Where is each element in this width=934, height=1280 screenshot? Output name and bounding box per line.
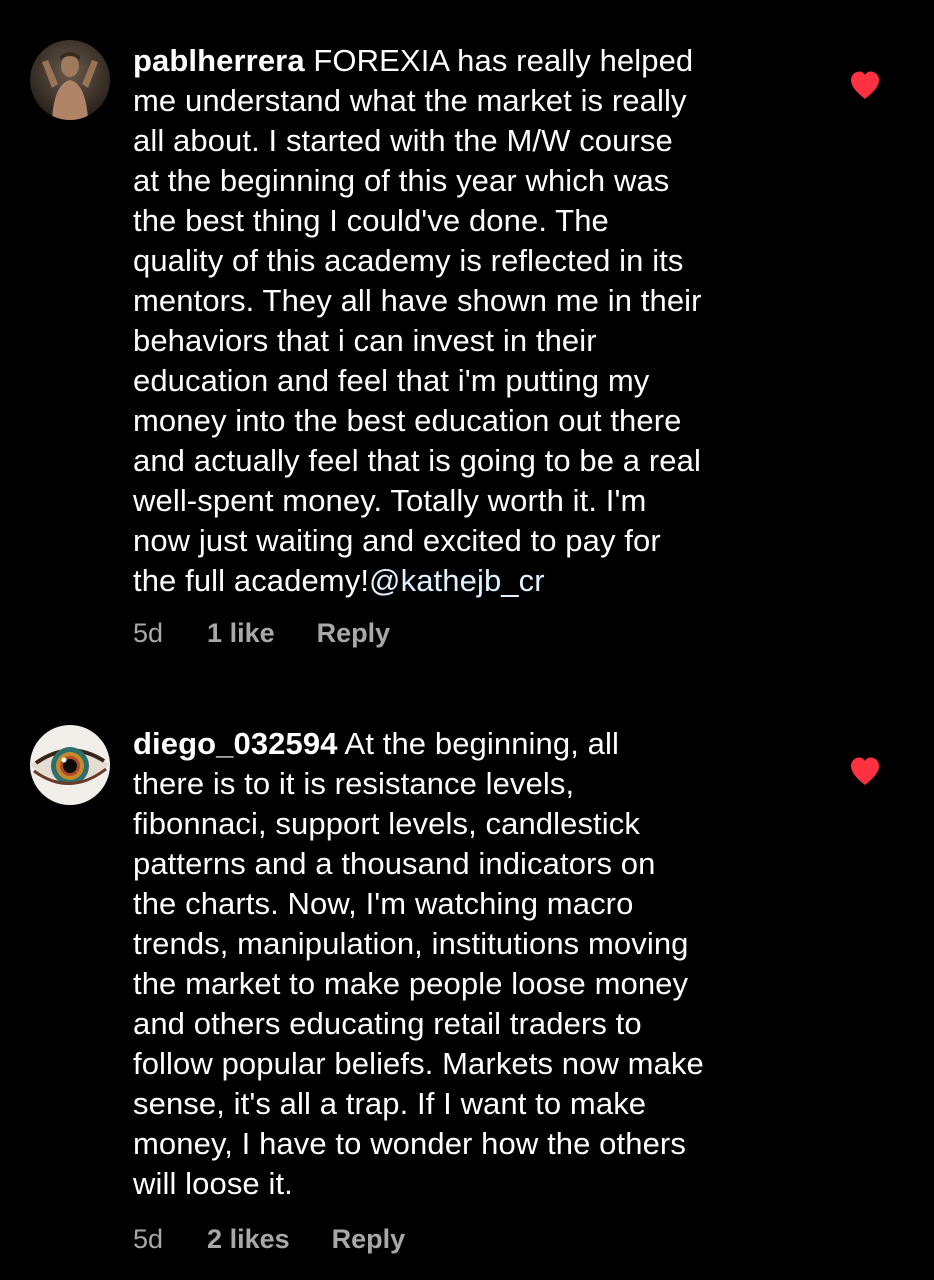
like-count[interactable]: 2 likes [207,1224,290,1255]
comment-text: diego_032594 At the beginning, all there… [133,724,823,1204]
comment-timestamp: 5d [133,1224,164,1254]
heart-icon[interactable] [849,70,881,100]
mention-link[interactable]: @kathejb_cr [369,563,545,598]
like-count[interactable]: 1 like [207,618,275,649]
comment-timestamp: 5d [133,618,164,648]
avatar[interactable] [30,725,110,805]
reply-button[interactable]: Reply [317,618,391,649]
comment-body: FOREXIA has really helped me understand … [133,43,702,598]
comment-body: At the beginning, all there is to it is … [133,726,704,1201]
comment-username[interactable]: pablherrera [133,43,305,78]
comment-text: pablherrera FOREXIA has really helped me… [133,41,823,601]
comment-meta: 5d 1 like Reply [133,618,390,649]
comment-meta: 5d 2 likes Reply [133,1224,405,1255]
avatar[interactable] [30,40,110,120]
heart-icon[interactable] [849,756,881,786]
reply-button[interactable]: Reply [332,1224,406,1255]
comment-username[interactable]: diego_032594 [133,726,338,761]
